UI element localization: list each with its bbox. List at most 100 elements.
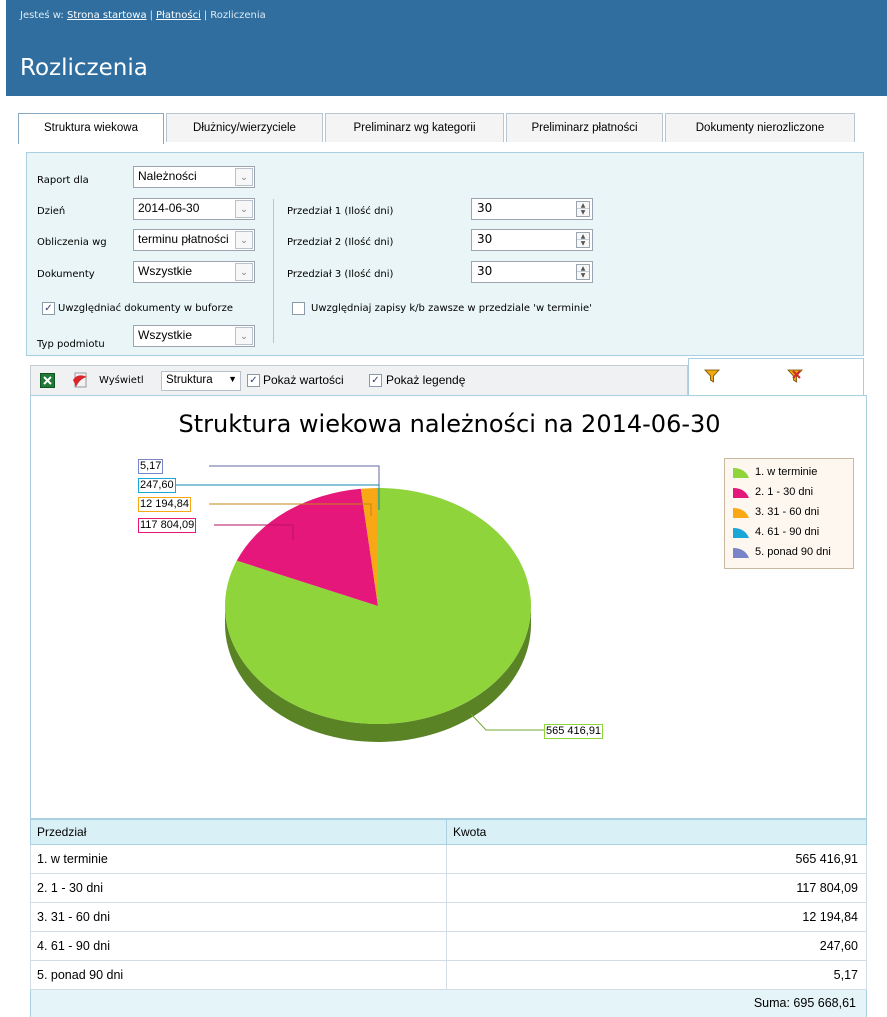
breadcrumb-current: Rozliczenia [210,10,266,21]
table-header: Przedział Kwota [30,819,867,845]
tab-dokumenty-nierozliczone[interactable]: Dokumenty nierozliczone [665,113,855,142]
cell-przedzial: 2. 1 - 30 dni [31,874,447,902]
table-row[interactable]: 5. ponad 90 dni 5,17 [30,961,867,990]
uwzgledniac-checkbox[interactable]: ✓ [42,302,55,315]
zapisy-checkbox[interactable]: ✓ [292,302,305,315]
przedzial2-value: 30 [477,232,493,246]
table-row[interactable]: 1. w terminie 565 416,91 [30,845,867,874]
legend-item: 4. 61 - 90 dni [731,525,819,539]
dzien-date-picker[interactable]: 2014-06-30 ⌄ [133,198,255,220]
obliczenia-label: Obliczenia wg [37,237,107,248]
chevron-down-icon: ⌄ [235,231,253,249]
aging-table: Przedział Kwota 1. w terminie 565 416,91 … [30,819,867,1017]
header-kwota[interactable]: Kwota [447,820,866,844]
cell-przedzial: 5. ponad 90 dni [31,961,447,989]
legend-item: 3. 31 - 60 dni [731,505,819,519]
excel-export-icon[interactable] [40,373,55,391]
page-header: Jesteś w: Strona startowa | Płatności | Rozl… [6,0,887,96]
legend-swatch [733,548,749,558]
divider [273,199,274,333]
filter-panel: Raport dla Należności ⌄ Dzień 2014-06-30… [26,152,864,356]
przedzial2-input[interactable]: 30 ▲ ▼ [471,229,593,251]
legend-item: 5. ponad 90 dni [731,545,831,559]
przedzial3-input[interactable]: 30 ▲ ▼ [471,261,593,283]
dzien-label: Dzień [37,206,66,217]
pokaz-wartosci-label: Pokaż wartości [263,373,344,387]
cell-kwota: 12 194,84 [802,910,858,924]
raport-label: Raport dla [37,175,89,186]
pdf-export-icon[interactable] [72,371,89,392]
cell-kwota: 5,17 [833,968,858,982]
filter-icon[interactable] [704,368,720,387]
spinner-icon[interactable]: ▲ ▼ [576,201,590,217]
zapisy-label: Uwzględniaj zapisy k/b zawsze w przedzia… [311,303,592,314]
chevron-down-icon: ⌄ [235,168,253,186]
pokaz-wartosci-checkbox[interactable]: ✓ [247,374,260,387]
przedzial2-label: Przedział 2 (Ilość dni) [287,237,394,248]
table-sum: Suma: 695 668,61 [30,990,867,1017]
breadcrumb-link-home[interactable]: Strona startowa [67,10,147,21]
data-label-5: 5,17 [138,459,164,474]
przedzial1-label: Przedział 1 (Ilość dni) [287,206,394,217]
uwzgledniac-label: Uwzględniać dokumenty w buforze [58,303,234,314]
tab-dluznicy-wierzyciele[interactable]: Dłużnicy/wierzyciele [166,113,323,142]
divider [273,325,274,343]
chart-area: Struktura wiekowa należności na 2014-06-… [30,395,867,819]
typ-podmiotu-select[interactable]: Wszystkie ⌄ [133,325,255,347]
legend-swatch [733,528,749,538]
tab-preliminarz-platnosci[interactable]: Preliminarz płatności [506,113,663,142]
legend-swatch [733,468,749,478]
typ-podmiotu-label: Typ podmiotu [37,339,105,350]
table-row[interactable]: 2. 1 - 30 dni 117 804,09 [30,874,867,903]
tab-preliminarz-kategorii[interactable]: Preliminarz wg kategorii [325,113,504,142]
legend-swatch [733,508,749,518]
page-title: Rozliczenia [20,55,148,81]
table-row[interactable]: 4. 61 - 90 dni 247,60 [30,932,867,961]
header-przedzial[interactable]: Przedział [31,820,447,844]
spinner-icon[interactable]: ▲ ▼ [576,232,590,248]
chevron-down-icon: ⌄ [235,327,253,345]
filter-actions [688,358,864,395]
cell-przedzial: 3. 31 - 60 dni [31,903,447,931]
legend-item: 2. 1 - 30 dni [731,485,813,499]
chevron-down-icon: ⌄ [235,200,253,218]
cell-kwota: 565 416,91 [795,852,858,866]
cell-przedzial: 4. 61 - 90 dni [31,932,447,960]
wyswietl-value: Struktura [166,374,213,386]
breadcrumb-link-payments[interactable]: Płatności [156,10,201,21]
tab-struktura-wiekowa[interactable]: Struktura wiekowa [18,113,164,144]
chevron-down-icon: ⌄ [235,263,253,281]
wyswietl-label: Wyświetl [99,375,144,386]
cell-przedzial: 1. w terminie [31,845,447,873]
dokumenty-label: Dokumenty [37,269,95,280]
przedzial3-value: 30 [477,264,493,278]
breadcrumb: Jesteś w: Strona startowa | Płatności | Rozl… [20,10,266,21]
chart-toolbar: Wyświetl Struktura ▼ ✓ Pokaż wartości ✓ … [30,365,688,395]
data-label-3: 12 194,84 [138,497,191,512]
data-label-2: 117 804,09 [138,518,197,533]
obliczenia-select[interactable]: terminu płatności ⌄ [133,229,255,251]
pokaz-legende-checkbox[interactable]: ✓ [369,374,382,387]
leader-line-1 [470,713,544,731]
cell-kwota: 247,60 [819,939,858,953]
raport-select[interactable]: Należności ⌄ [133,166,255,188]
obliczenia-value: terminu płatności [138,232,229,246]
przedzial1-value: 30 [477,201,493,215]
chart-legend: 1. w terminie 2. 1 - 30 dni 3. 31 - 60 d… [724,458,854,569]
wyswietl-select[interactable]: Struktura ▼ [161,371,241,391]
pokaz-legende-label: Pokaż legendę [386,373,466,387]
dokumenty-value: Wszystkie [138,264,192,278]
cell-kwota: 117 804,09 [796,881,858,895]
data-label-1: 565 416,91 [544,724,604,739]
caret-down-icon: ▼ [228,374,237,384]
legend-swatch [733,488,749,498]
spinner-icon[interactable]: ▲ ▼ [576,264,590,280]
legend-item: 1. w terminie [731,465,817,479]
table-row[interactable]: 3. 31 - 60 dni 12 194,84 [30,903,867,932]
dzien-value: 2014-06-30 [138,201,200,215]
raport-value: Należności [138,169,197,183]
dokumenty-select[interactable]: Wszystkie ⌄ [133,261,255,283]
przedzial1-input[interactable]: 30 ▲ ▼ [471,198,593,220]
clear-filter-icon[interactable] [787,368,803,387]
typ-podmiotu-value: Wszystkie [138,328,192,342]
